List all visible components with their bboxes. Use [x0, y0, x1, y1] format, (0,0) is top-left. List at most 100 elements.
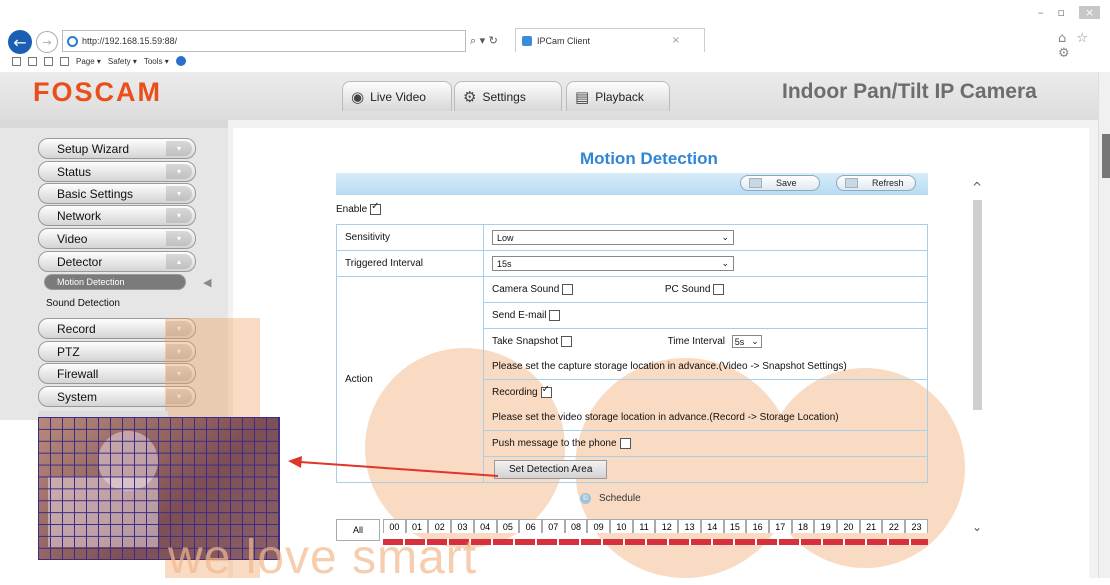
sensitivity-select[interactable]: Low ⌄ — [492, 230, 734, 245]
schedule-hour[interactable]: 08 — [564, 519, 588, 533]
page-title: Motion Detection — [580, 149, 718, 168]
time-interval-select[interactable]: 5s ⌄ — [731, 335, 762, 348]
sidebar-item-setup-wizard[interactable]: Setup Wizard ▾ — [38, 138, 196, 159]
tab-close-icon[interactable]: × — [672, 35, 680, 46]
schedule-hour[interactable]: 20 — [837, 519, 860, 533]
maximize-icon[interactable]: ▫ — [1058, 6, 1079, 19]
chevron-down-icon: ⌄ — [751, 336, 759, 347]
mail-icon[interactable] — [44, 56, 53, 66]
interval-select[interactable]: 15s ⌄ — [492, 256, 734, 271]
chevron-down-icon: ▾ — [166, 164, 192, 179]
schedule-hour[interactable]: 22 — [882, 519, 906, 533]
schedule-hour[interactable]: 18 — [791, 519, 815, 533]
enable-label: Enable — [336, 204, 368, 215]
sidebar-item-ptz[interactable]: PTZ ▾ — [38, 341, 196, 362]
arrow-line — [299, 461, 499, 477]
tools-menu[interactable]: Tools ▾ — [144, 57, 169, 66]
chevron-down-icon: ▾ — [166, 321, 192, 336]
sidebar-item-record[interactable]: Record ▾ — [38, 318, 196, 339]
refresh-button[interactable]: Refresh — [836, 175, 916, 191]
back-arrow-icon[interactable]: ← — [8, 30, 32, 54]
home-icon[interactable] — [12, 56, 21, 66]
schedule-hour[interactable]: 05 — [496, 519, 520, 533]
schedule-hour[interactable]: 21 — [859, 519, 883, 533]
enable-checkbox[interactable] — [370, 201, 382, 215]
feeds-icon[interactable] — [28, 56, 37, 66]
chevron-down-icon: ▾ — [166, 366, 192, 381]
save-button[interactable]: Save — [740, 175, 820, 191]
sidebar-item-video[interactable]: Video ▾ — [38, 228, 196, 249]
chevron-down-icon: ▾ — [166, 141, 192, 156]
sidebar-item-basic-settings[interactable]: Basic Settings ▾ — [38, 183, 196, 204]
refresh-button-label: Refresh — [872, 178, 904, 188]
sidebar-item-label: Record — [57, 321, 96, 336]
sidebar-item-label: Video — [57, 231, 88, 246]
recording-checkbox[interactable] — [540, 384, 552, 398]
schedule-hour[interactable]: 17 — [768, 519, 792, 533]
annotation-arrow — [288, 456, 499, 477]
schedule-hour[interactable]: 15 — [723, 519, 747, 533]
sidebar-item-network[interactable]: Network ▾ — [38, 205, 196, 226]
page-scrollbar-thumb[interactable] — [1102, 134, 1110, 178]
print-icon[interactable] — [60, 56, 69, 66]
tab-favicon-icon — [522, 35, 532, 46]
set-detection-area-button[interactable]: Set Detection Area — [494, 460, 608, 479]
camera-sound-checkbox[interactable] — [562, 283, 574, 295]
sidebar-item-firewall[interactable]: Firewall ▾ — [38, 363, 196, 384]
table-row: Sensitivity Low ⌄ — [336, 224, 928, 251]
take-snapshot-checkbox[interactable] — [561, 336, 573, 347]
push-cell: Push message to the phone — [483, 430, 928, 457]
save-icon — [749, 178, 762, 188]
scroll-down-icon[interactable]: ⌄ — [972, 520, 982, 534]
schedule-hour[interactable]: 19 — [814, 519, 838, 533]
command-bar: Page ▾ Safety ▾ Tools ▾ — [12, 56, 186, 66]
sidebar-item-label: Status — [57, 164, 92, 179]
time-interval-label: Time Interval — [667, 336, 725, 348]
pc-sound-checkbox[interactable] — [713, 283, 725, 295]
schedule-hour[interactable]: 09 — [587, 519, 611, 533]
chevron-up-icon: ▴ — [166, 254, 192, 269]
snapshot-note: Please set the capture storage location … — [483, 354, 928, 380]
tab-settings[interactable]: ⚙ Settings — [454, 81, 562, 111]
sidebar-item-detector[interactable]: Detector ▴ — [38, 251, 196, 272]
film-icon: ▤ — [575, 87, 590, 106]
help-icon[interactable] — [175, 56, 186, 66]
ie-page-icon — [67, 35, 78, 47]
window-controls[interactable]: –▫ × — [1038, 6, 1101, 19]
schedule-hour[interactable]: 06 — [519, 519, 542, 533]
safety-menu[interactable]: Safety ▾ — [108, 57, 137, 66]
page-menu[interactable]: Page ▾ — [76, 57, 101, 66]
scrollbar-thumb[interactable] — [973, 200, 982, 410]
sidebar-item-system[interactable]: System ▾ — [38, 386, 196, 407]
recording-note: Please set the video storage location in… — [483, 405, 928, 431]
browser-tab[interactable]: IPCam Client × — [515, 28, 705, 52]
sidebar-item-label: Setup Wizard — [57, 141, 130, 156]
address-bar[interactable]: http://192.168.15.59:88/ — [62, 30, 466, 52]
forward-arrow-icon[interactable]: → — [36, 31, 58, 53]
schedule-hour[interactable]: 12 — [655, 519, 679, 533]
close-window-icon[interactable]: × — [1078, 6, 1101, 19]
schedule-hour[interactable]: 13 — [678, 519, 701, 533]
browser-toolbar-icons[interactable]: ⌂ ☆ ⚙ — [1058, 31, 1110, 61]
schedule-hour[interactable]: 16 — [746, 519, 769, 533]
sensitivity-label: Sensitivity — [336, 224, 484, 251]
schedule-heading: © Schedule — [580, 493, 641, 504]
schedule-hour[interactable]: 04 — [473, 519, 497, 533]
sidebar-subitem-motion-detection[interactable]: Motion Detection — [44, 274, 186, 290]
tab-live-video[interactable]: ◉ Live Video — [342, 81, 452, 111]
schedule-hour[interactable]: 10 — [610, 519, 633, 533]
sidebar-item-status[interactable]: Status ▾ — [38, 161, 196, 182]
schedule-hour[interactable]: 14 — [700, 519, 724, 533]
send-email-checkbox[interactable] — [549, 309, 561, 321]
address-tools[interactable]: ⌕ ▾ ↻ — [470, 34, 498, 48]
minimize-icon[interactable]: – — [1038, 6, 1058, 19]
scroll-up-icon[interactable]: ^ — [972, 180, 982, 194]
sidebar-subitem-sound-detection[interactable]: Sound Detection — [46, 298, 120, 309]
schedule-hour[interactable]: 07 — [541, 519, 565, 533]
schedule-hour[interactable]: 11 — [632, 519, 656, 533]
schedule-hour[interactable]: 23 — [905, 519, 928, 533]
tab-playback[interactable]: ▤ Playback — [566, 81, 670, 111]
arrow-head — [288, 456, 302, 468]
schedule-icon: © — [580, 493, 591, 504]
push-message-checkbox[interactable] — [619, 437, 631, 449]
